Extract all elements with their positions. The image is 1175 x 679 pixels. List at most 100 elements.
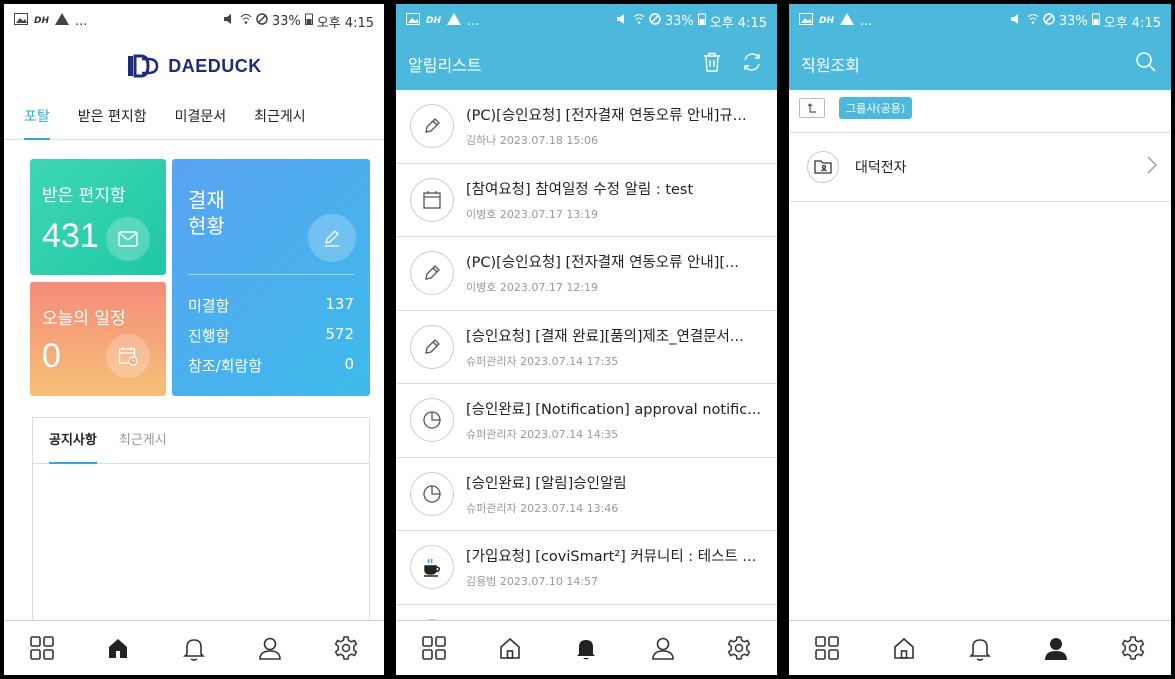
tab-pending-docs[interactable]: 미결문서 <box>175 94 227 140</box>
bell-icon[interactable] <box>960 628 1000 668</box>
alert-list-item[interactable]: [승인완료] [Notification] approval notific..… <box>396 384 777 458</box>
alert-list-item[interactable]: [가입요청] [coviSmart²] 커뮤니티 : 테스트 ... 김용범 20… <box>396 531 777 605</box>
tab-recent-board[interactable]: 최근게시 <box>119 418 167 464</box>
refresh-icon[interactable] <box>741 51 763 77</box>
pie-icon <box>410 398 454 443</box>
person-icon[interactable] <box>1036 628 1076 668</box>
warning-icon <box>840 13 855 29</box>
portal-tabs: 포탈 받은 편지함 미결문서 최근게시 <box>4 94 384 140</box>
approval-title-line1: 결재 <box>188 188 225 212</box>
approval-row-value: 137 <box>325 295 354 313</box>
person-icon[interactable] <box>250 628 290 668</box>
notice-tabs: 공지사항 최근게시 <box>33 418 369 464</box>
no-signal-icon <box>256 13 268 29</box>
approval-divider <box>188 274 354 275</box>
search-icon[interactable] <box>1135 51 1157 77</box>
today-schedule-tile[interactable]: 오늘의 일정 0 <box>30 282 166 396</box>
wifi-icon <box>1027 13 1039 29</box>
employee-lookup-screen: DH ... 33% 오후 4:15 직원조회 그룹사(공용) 대덕전자 <box>785 0 1175 679</box>
approval-row-pending[interactable]: 미결함 137 <box>188 295 354 316</box>
home-icon[interactable] <box>884 628 924 668</box>
pen-icon <box>410 324 454 369</box>
no-signal-icon <box>649 13 661 29</box>
warning-icon <box>55 13 70 29</box>
approval-row-reference[interactable]: 참조/회람함 0 <box>188 355 354 376</box>
alert-text: [참여요청] 참여일정 수정 알림 : test 이병호 2023.07.17 1… <box>466 178 767 222</box>
alert-list-item[interactable]: [승인완료] [알림]승인알림 슈퍼관리자 2023.07.14 13:46 <box>396 458 777 531</box>
settings-gear-icon[interactable] <box>1113 628 1153 668</box>
chevron-right-icon <box>1147 156 1157 178</box>
approval-row-label: 미결함 <box>188 297 230 315</box>
group-badge[interactable]: 그룹사(공용) <box>839 97 913 119</box>
alert-title: [승인완료] [Notification] approval notific..… <box>466 402 762 419</box>
portal-screen: DH ... 33% 오후 4:15 DAEDUCK 포탈 받은 편지함 미결문… <box>0 0 388 679</box>
alert-list-item[interactable]: (PC)[승인요청] [전자결재 연동오류 안내]규... 김하나 2023.07… <box>396 90 777 164</box>
alert-meta: 슈퍼관리자 2023.07.14 17:35 <box>466 354 619 368</box>
grid-menu-icon[interactable] <box>22 628 62 668</box>
alert-meta: 이병호 2023.07.17 12:19 <box>466 281 599 295</box>
carrier-label: DH <box>34 16 50 26</box>
alert-title: [승인요청] [결재 완료][품의]제조_연결문서... <box>466 328 744 345</box>
org-list-item[interactable]: 대덕전자 <box>789 132 1171 202</box>
bell-icon[interactable] <box>174 628 214 668</box>
bell-icon[interactable] <box>566 628 606 668</box>
page-title: 알림리스트 <box>408 56 482 75</box>
tab-inbox[interactable]: 받은 편지함 <box>78 94 147 140</box>
approval-row-value: 0 <box>344 355 354 373</box>
pie-icon <box>410 471 454 516</box>
battery-icon <box>697 13 706 29</box>
tab-portal[interactable]: 포탈 <box>24 94 50 140</box>
status-bar: DH ... 33% 오후 4:15 <box>789 4 1171 38</box>
alert-title: [가입요청] [coviSmart²] 커뮤니티 : 테스트 ... <box>466 549 757 566</box>
alert-text: [승인완료] [Notification] approval notific..… <box>466 398 767 442</box>
tab-notices[interactable]: 공지사항 <box>49 418 97 464</box>
home-icon[interactable] <box>490 628 530 668</box>
home-icon[interactable] <box>98 628 138 668</box>
alert-list-item[interactable]: (PC)[승인요청] [전자결재 연동오류 안내][... 이병호 2023.07… <box>396 237 777 311</box>
alert-list: (PC)[승인요청] [전자결재 연동오류 안내]규... 김하나 2023.07… <box>396 90 777 620</box>
warning-icon <box>447 13 462 29</box>
tab-recent-posts[interactable]: 최근게시 <box>254 94 306 140</box>
inbox-tile-label: 받은 편지함 <box>42 186 126 206</box>
org-name: 대덕전자 <box>855 160 907 176</box>
approval-row-value: 572 <box>325 325 354 343</box>
status-bar: DH ... 33% 오후 4:15 <box>4 4 384 38</box>
alert-list-item-partial[interactable] <box>396 605 777 620</box>
clock: 오후 4:15 <box>316 15 374 31</box>
brand-name: DAEDUCK <box>168 55 262 76</box>
envelope-icon <box>106 217 150 261</box>
settings-gear-icon[interactable] <box>719 628 759 668</box>
settings-gear-icon[interactable] <box>326 628 366 668</box>
alert-meta: 김용범 2023.07.10 14:57 <box>466 575 599 589</box>
daeduck-logo-icon <box>126 54 160 78</box>
battery-percent: 33% <box>271 13 301 29</box>
more-notifications: ... <box>860 13 873 29</box>
edit-pencil-icon <box>308 214 356 262</box>
grid-menu-icon[interactable] <box>414 628 454 668</box>
cup-icon <box>410 545 454 590</box>
more-notifications: ... <box>467 13 480 29</box>
alert-text: [승인요청] [결재 완료][품의]제조_연결문서... 슈퍼관리자 2023.0… <box>466 325 767 369</box>
gallery-notification-icon <box>14 13 28 29</box>
schedule-tile-label: 오늘의 일정 <box>42 309 126 329</box>
up-level-button[interactable] <box>799 98 825 118</box>
approval-status-tile[interactable]: 결재 현황 미결함 137 진행함 572 참조/회람함 0 <box>172 159 370 396</box>
alert-list-item[interactable]: [참여요청] 참여일정 수정 알림 : test 이병호 2023.07.17 1… <box>396 164 777 237</box>
alert-title: (PC)[승인요청] [전자결재 연동오류 안내][... <box>466 255 739 272</box>
alert-title: (PC)[승인요청] [전자결재 연동오류 안내]규... <box>466 108 747 125</box>
alert-meta: 슈퍼관리자 2023.07.14 14:35 <box>466 428 619 442</box>
notice-panel: 공지사항 최근게시 <box>32 417 370 632</box>
pen-icon <box>410 251 454 296</box>
app-bar: 직원조회 <box>789 38 1171 90</box>
person-icon[interactable] <box>643 628 683 668</box>
wifi-icon <box>633 13 645 29</box>
mute-icon <box>615 13 629 29</box>
inbox-tile[interactable]: 받은 편지함 431 <box>30 159 166 275</box>
bottom-nav <box>789 620 1171 675</box>
alert-meta: 이병호 2023.07.17 13:19 <box>466 207 599 221</box>
grid-menu-icon[interactable] <box>807 628 847 668</box>
pen-icon <box>410 104 454 149</box>
alert-list-item[interactable]: [승인요청] [결재 완료][품의]제조_연결문서... 슈퍼관리자 2023.0… <box>396 311 777 384</box>
trash-icon[interactable] <box>703 52 721 76</box>
approval-row-in-progress[interactable]: 진행함 572 <box>188 325 354 346</box>
